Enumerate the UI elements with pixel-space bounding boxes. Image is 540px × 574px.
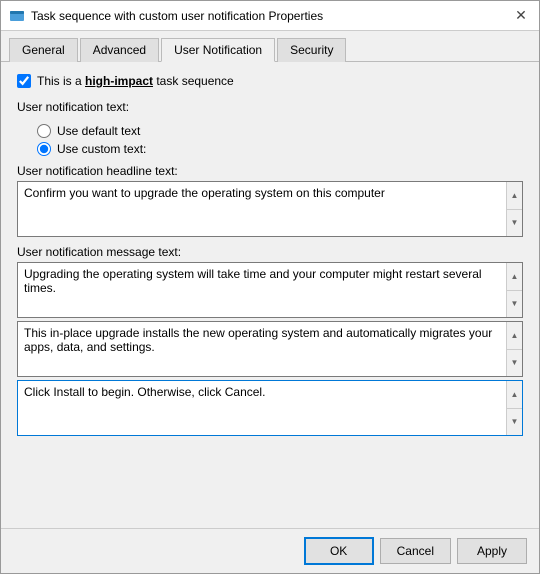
radio-default-row: Use default text: [37, 124, 523, 138]
radio-custom-row: Use custom text:: [37, 142, 523, 156]
headline-scroll-up[interactable]: ▲: [507, 182, 522, 209]
headline-textarea[interactable]: Confirm you want to upgrade the operatin…: [18, 182, 506, 236]
message2-scroll-up[interactable]: ▲: [507, 322, 522, 349]
notification-text-label: User notification text:: [17, 100, 523, 114]
radio-custom-label: Use custom text:: [57, 142, 146, 156]
message1-textarea-wrapper: Upgrading the operating system will take…: [17, 262, 523, 318]
radio-custom[interactable]: [37, 142, 51, 156]
headline-label: User notification headline text:: [17, 164, 523, 178]
message2-scroll-down[interactable]: ▼: [507, 349, 522, 377]
high-impact-checkbox[interactable]: [17, 74, 31, 88]
window-icon: [9, 8, 25, 24]
message1-scrollbar: ▲ ▼: [506, 263, 522, 317]
title-bar: Task sequence with custom user notificat…: [1, 1, 539, 31]
headline-scrollbar: ▲ ▼: [506, 182, 522, 236]
message1-scroll-up[interactable]: ▲: [507, 263, 522, 290]
title-bar-text: Task sequence with custom user notificat…: [31, 9, 511, 23]
headline-group: User notification headline text: Confirm…: [17, 164, 523, 237]
content-area: This is a high-impact task sequence User…: [1, 62, 539, 528]
message1-scroll-down[interactable]: ▼: [507, 290, 522, 318]
tab-user-notification[interactable]: User Notification: [161, 38, 275, 62]
footer: OK Cancel Apply: [1, 528, 539, 573]
message3-textarea-wrapper: Click Install to begin. Otherwise, click…: [17, 380, 523, 436]
high-impact-row: This is a high-impact task sequence: [17, 74, 523, 88]
message2-scrollbar: ▲ ▼: [506, 322, 522, 376]
radio-group: Use default text Use custom text:: [17, 124, 523, 156]
tab-advanced[interactable]: Advanced: [80, 38, 159, 62]
high-impact-label: This is a high-impact task sequence: [37, 74, 234, 88]
message2-textarea[interactable]: This in-place upgrade installs the new o…: [18, 322, 506, 376]
message-group: User notification message text: Upgradin…: [17, 245, 523, 436]
tab-general[interactable]: General: [9, 38, 78, 62]
radio-default[interactable]: [37, 124, 51, 138]
cancel-button[interactable]: Cancel: [380, 538, 451, 564]
message3-scroll-up[interactable]: ▲: [507, 381, 522, 408]
dialog-window: Task sequence with custom user notificat…: [0, 0, 540, 574]
message3-scroll-down[interactable]: ▼: [507, 408, 522, 436]
high-impact-emphasis: high-impact: [85, 74, 153, 88]
close-button[interactable]: ✕: [511, 6, 531, 26]
headline-textarea-wrapper: Confirm you want to upgrade the operatin…: [17, 181, 523, 237]
message2-textarea-wrapper: This in-place upgrade installs the new o…: [17, 321, 523, 377]
radio-default-label: Use default text: [57, 124, 140, 138]
message1-textarea[interactable]: Upgrading the operating system will take…: [18, 263, 506, 317]
tabs-bar: General Advanced User Notification Secur…: [1, 31, 539, 62]
message-label: User notification message text:: [17, 245, 523, 259]
ok-button[interactable]: OK: [304, 537, 374, 565]
headline-scroll-down[interactable]: ▼: [507, 209, 522, 237]
message3-scrollbar: ▲ ▼: [506, 381, 522, 435]
apply-button[interactable]: Apply: [457, 538, 527, 564]
message3-textarea[interactable]: Click Install to begin. Otherwise, click…: [18, 381, 506, 435]
tab-security[interactable]: Security: [277, 38, 346, 62]
